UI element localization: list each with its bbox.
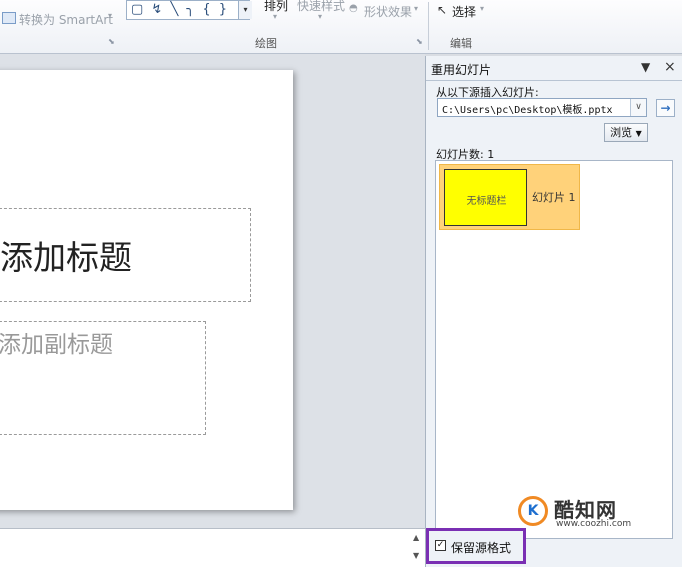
smartart-icon [2,12,16,24]
scroll-down-icon[interactable]: ▼ [413,551,419,560]
select-chevron-icon: ▾ [480,4,485,13]
keep-source-formatting-row[interactable]: ✓ 保留源格式 [426,528,526,564]
go-arrow-button[interactable]: → [656,99,675,117]
shape-effects-chevron-icon: ▾ [414,4,419,13]
shape-effects-icon: ◓ [349,3,358,14]
watermark-url: www.coozhi.com [556,519,632,529]
thumbnail-text: 无标题栏 [466,196,507,207]
pane-title: 重用幻灯片 [431,63,492,77]
slide-canvas[interactable]: 添加标题 添加副标题 [0,70,293,510]
slide-item-label: 幻灯片 1 [532,191,576,204]
source-path-text: C:\Users\pc\Desktop\模板.pptx [442,105,613,116]
drawing-group-label: 绘图 [255,37,277,50]
reuse-slides-pane: 重用幻灯片 ▼ × 从以下源插入幻灯片: C:\Users\pc\Desktop… [425,56,682,567]
paragraph-dialog-launcher-icon[interactable]: ⬊ [108,37,115,46]
title-placeholder[interactable]: 添加标题 [0,208,251,302]
editing-group-label: 编辑 [450,37,472,50]
browse-chevron-icon: ▼ [635,129,642,138]
shapes-gallery[interactable]: ▢ ↯ ╲ ╮ { } [126,0,250,20]
browse-label: 浏览 [610,126,633,139]
slide-thumbnail[interactable]: 无标题栏 [444,169,527,226]
source-path-combobox[interactable]: C:\Users\pc\Desktop\模板.pptx ∨ [437,98,647,117]
notes-pane[interactable]: ▲ ▼ [0,528,425,567]
shape-effects-button[interactable]: 形状效果 [364,3,412,20]
slides-list[interactable]: 无标题栏 幻灯片 1 [435,160,673,539]
keep-source-formatting-checkbox[interactable]: ✓ [435,540,446,551]
ribbon: 转换为 SmartArt ▾ ▢ ↯ ╲ ╮ { } ▾ 排列 ▾ 快速样式 ▾… [0,0,682,54]
convert-smartart-button[interactable]: 转换为 SmartArt [19,11,113,28]
pane-divider [426,80,682,81]
subtitle-placeholder[interactable]: 添加副标题 [0,321,206,435]
select-button[interactable]: 选择 [452,3,476,20]
scroll-up-icon[interactable]: ▲ [413,533,419,542]
title-placeholder-text: 添加标题 [0,238,132,277]
watermark: K 酷知网 www.coozhi.com [518,494,648,532]
chevron-down-icon: ▾ [108,11,113,20]
chevron-down-icon[interactable]: ∨ [630,99,646,116]
watermark-logo: K [518,496,548,526]
ribbon-separator [428,2,429,50]
subtitle-placeholder-text: 添加副标题 [0,332,113,358]
keep-source-formatting-label: 保留源格式 [451,541,512,555]
quick-styles-chevron-icon: ▾ [318,12,323,21]
browse-button[interactable]: 浏览 ▼ [604,123,648,142]
pane-menu-icon[interactable]: ▼ [641,60,650,74]
slide-workspace: 添加标题 添加副标题 [0,54,425,528]
close-icon[interactable]: × [664,59,676,75]
drawing-dialog-launcher-icon[interactable]: ⬊ [416,37,423,46]
cursor-icon: ↖ [437,3,448,17]
arrange-chevron-icon: ▾ [273,12,278,21]
slide-item[interactable]: 无标题栏 幻灯片 1 [439,164,580,230]
shapes-gallery-more-button[interactable]: ▾ [238,1,252,19]
